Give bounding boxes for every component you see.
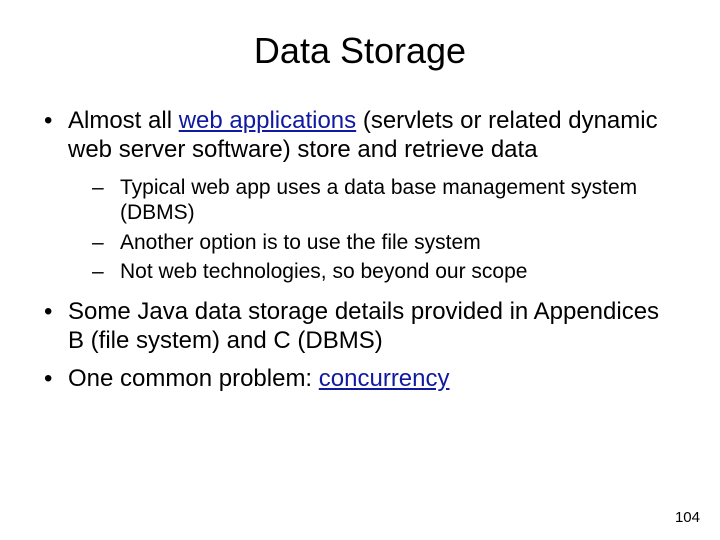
- bullet-item: Some Java data storage details provided …: [40, 297, 680, 356]
- bullet-text-pre: Almost all: [68, 107, 179, 134]
- page-number: 104: [675, 509, 700, 526]
- sub-bullet-item: Not web technologies, so beyond our scop…: [68, 259, 680, 285]
- link-concurrency[interactable]: concurrency: [319, 365, 450, 392]
- slide: Data Storage Almost all web applications…: [0, 0, 720, 540]
- slide-title: Data Storage: [40, 30, 680, 72]
- sub-bullet-item: Another option is to use the file system: [68, 230, 680, 256]
- sub-bullet-item: Typical web app uses a data base managem…: [68, 175, 680, 226]
- sub-bullet-list: Typical web app uses a data base managem…: [68, 175, 680, 285]
- bullet-list: Almost all web applications (servlets or…: [40, 106, 680, 393]
- link-web-applications[interactable]: web applications: [179, 107, 356, 134]
- bullet-item: One common problem: concurrency: [40, 364, 680, 393]
- bullet-item: Almost all web applications (servlets or…: [40, 106, 680, 285]
- bullet-text-pre: One common problem:: [68, 365, 319, 392]
